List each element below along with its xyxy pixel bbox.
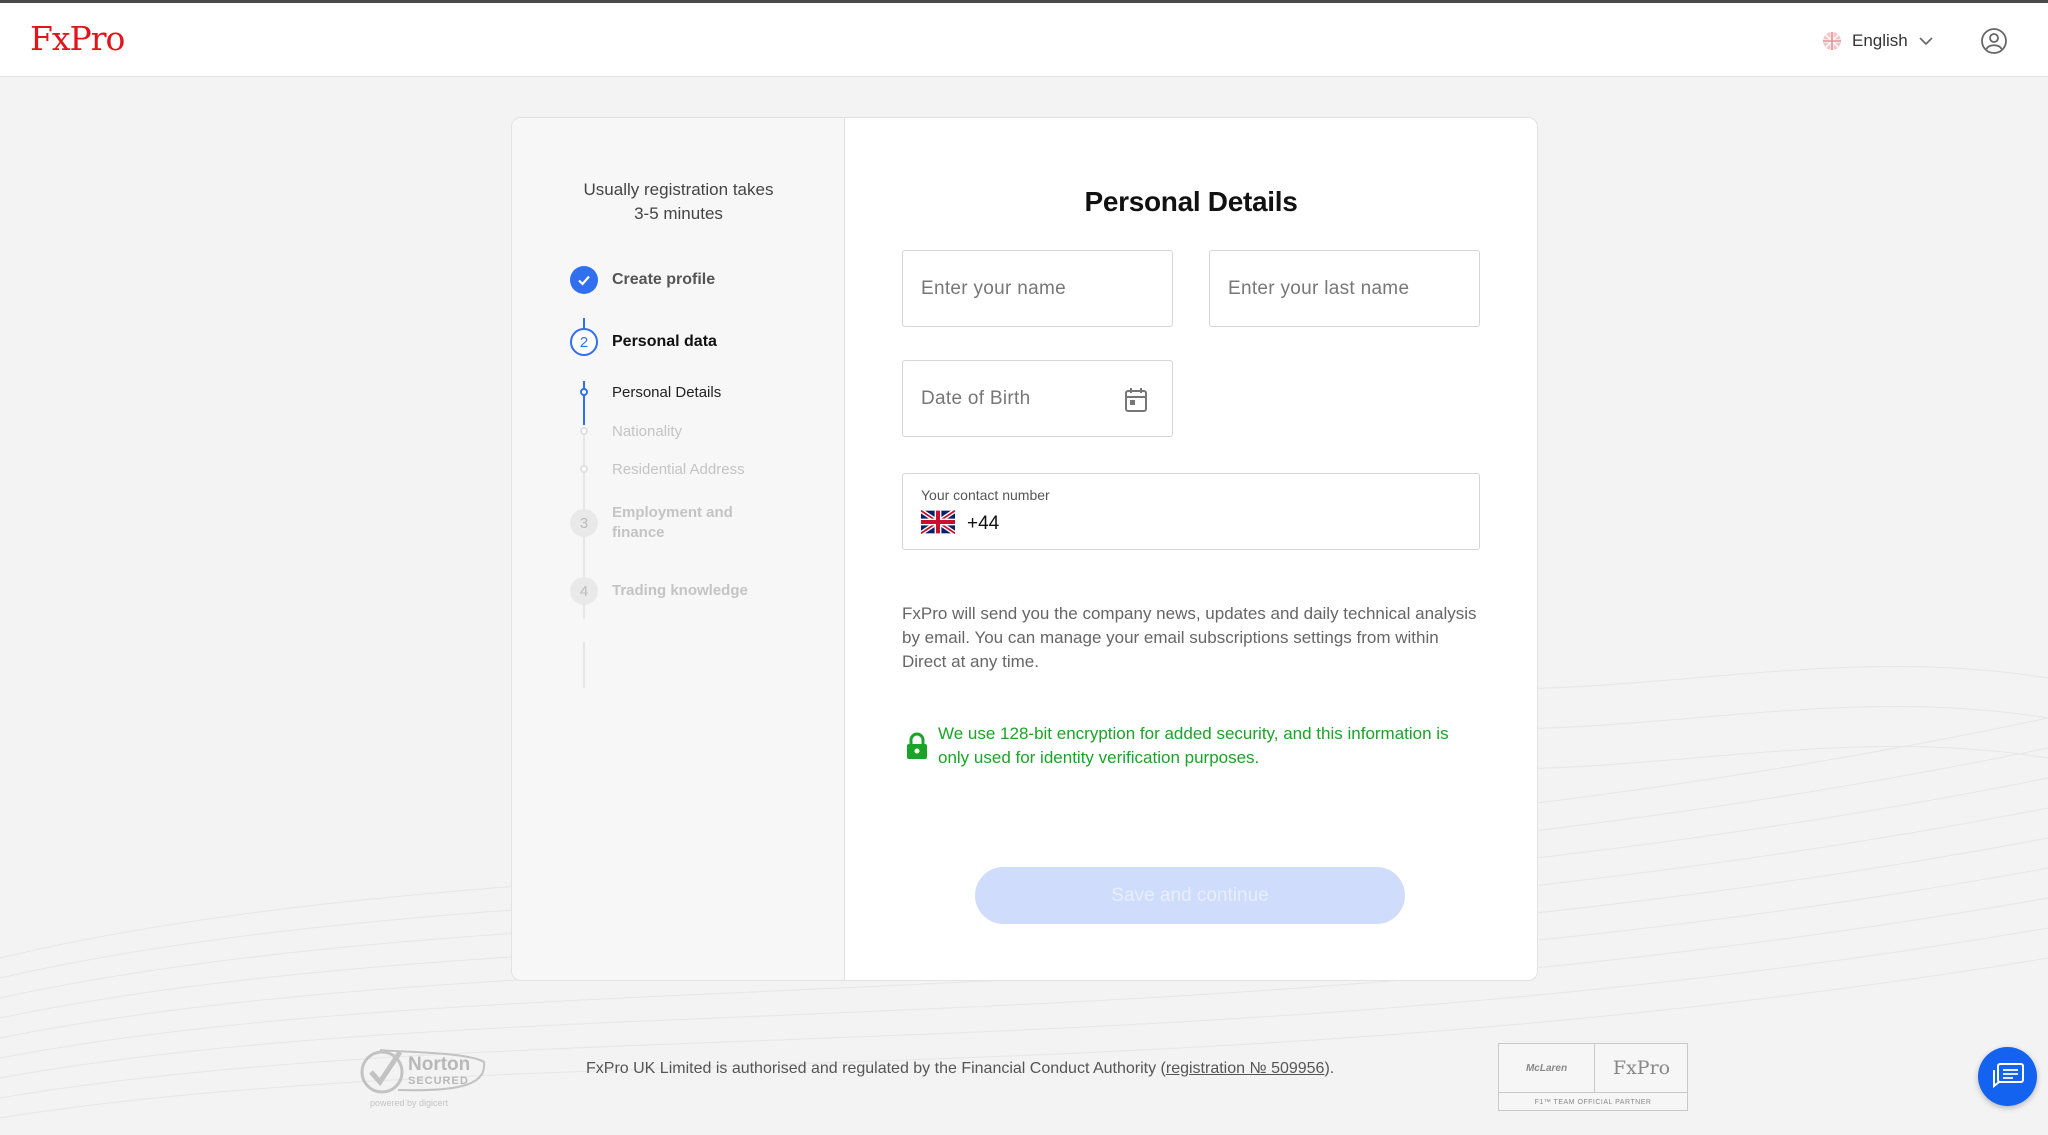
contact-number-field[interactable]: Your contact number +44 xyxy=(902,473,1480,550)
contact-number-label: Your contact number xyxy=(921,487,1050,503)
substep-dot-active xyxy=(580,388,588,396)
substep-dot xyxy=(580,427,588,435)
uk-flag-icon[interactable] xyxy=(921,510,955,534)
date-of-birth-field xyxy=(902,360,1173,437)
first-name-input[interactable] xyxy=(903,251,1172,326)
regulation-footer: FxPro UK Limited is authorised and regul… xyxy=(586,1060,1335,1077)
chat-support-button[interactable] xyxy=(1978,1047,2037,1106)
svg-text:Norton: Norton xyxy=(408,1054,470,1075)
lock-icon xyxy=(907,732,927,759)
phone-country-code: +44 xyxy=(967,513,1000,534)
step-trading-knowledge: Trading knowledge xyxy=(612,582,748,599)
step-2-circle: 2 xyxy=(570,328,598,356)
last-name-input[interactable] xyxy=(1210,251,1479,326)
substep-nationality: Nationality xyxy=(612,423,683,440)
step-connector xyxy=(583,642,585,688)
language-selector[interactable]: English xyxy=(1822,27,1934,55)
progress-sidebar: Usually registration takes 3-5 minutes C… xyxy=(512,118,845,980)
registration-link[interactable]: registration № 509956 xyxy=(1166,1060,1325,1077)
step-4-circle: 4 xyxy=(570,577,598,605)
step-1-check-icon xyxy=(570,266,598,294)
svg-text:powered by digicert: powered by digicert xyxy=(370,1098,449,1108)
substep-personal-details[interactable]: Personal Details xyxy=(612,383,721,403)
partner-fxpro-logo: FxPro xyxy=(1612,1057,1671,1079)
registration-card: Usually registration takes 3-5 minutes C… xyxy=(511,117,1538,981)
step-3-circle: 3 xyxy=(570,509,598,537)
security-note: We use 128-bit encryption for added secu… xyxy=(938,724,1449,767)
email-subscription-note: FxPro will send you the company news, up… xyxy=(902,604,1477,671)
step-create-profile[interactable]: Create profile xyxy=(612,270,715,290)
partner-caption: F1™ TEAM OFFICIAL PARTNER xyxy=(1499,1092,1687,1111)
first-name-field xyxy=(902,250,1173,327)
top-header: FxPro English xyxy=(0,3,2048,77)
language-label: English xyxy=(1852,31,1908,50)
mclaren-logo: McLaren xyxy=(1499,1044,1595,1092)
registration-time-note: Usually registration takes 3-5 minutes xyxy=(583,180,774,223)
step-employment-finance: Employment and finance xyxy=(612,504,733,541)
last-name-field xyxy=(1209,250,1480,327)
user-circle-icon[interactable] xyxy=(1980,27,2008,55)
calendar-icon[interactable] xyxy=(1124,387,1148,413)
fxpro-logo[interactable]: FxPro xyxy=(30,19,125,58)
substep-dot xyxy=(580,465,588,473)
chat-icon xyxy=(1992,1062,2024,1088)
mclaren-partner-badge: McLaren FxPro F1™ TEAM OFFICIAL PARTNER xyxy=(1498,1043,1688,1111)
personal-details-form: Personal Details Your contact number xyxy=(845,118,1537,980)
globe-icon xyxy=(1823,32,1841,50)
step-personal-data[interactable]: Personal data xyxy=(612,332,717,352)
norton-secured-badge: Norton SECURED powered by digicert xyxy=(360,1049,486,1108)
chevron-down-icon xyxy=(1919,37,1933,46)
page-title: Personal Details xyxy=(1084,186,1298,217)
svg-text:SECURED: SECURED xyxy=(408,1075,469,1087)
substep-residential-address: Residential Address xyxy=(612,461,745,478)
save-and-continue-button[interactable]: Save and continue xyxy=(975,867,1405,924)
